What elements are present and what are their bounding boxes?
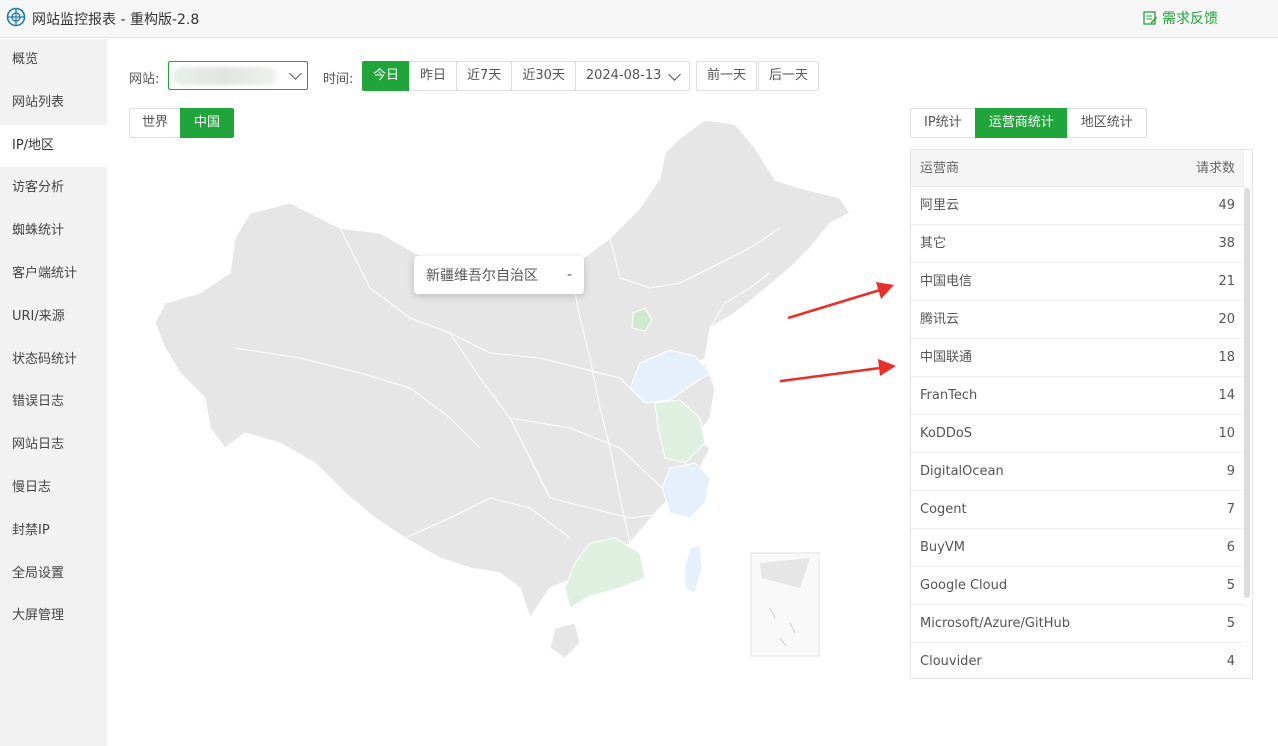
table-row: BuyVM 6 (911, 529, 1244, 567)
table-row: Clouvider 4 (911, 643, 1244, 678)
row-count: 7 (1226, 502, 1235, 517)
day-nav-group-next: 后一天 (758, 61, 820, 91)
row-isp: Microsoft/Azure/GitHub (920, 616, 1070, 631)
row-count: 4 (1226, 654, 1235, 669)
sidebar-item-uri-source[interactable]: URI/来源 (0, 296, 107, 339)
tab-region-stats[interactable]: 地区统计 (1066, 108, 1147, 138)
site-select[interactable] (168, 61, 308, 90)
tab-isp-stats[interactable]: 运营商统计 (974, 108, 1068, 138)
table-row: 其它 38 (911, 225, 1244, 263)
table-row: 阿里云 49 (911, 187, 1244, 225)
annotation-arrows (780, 282, 896, 383)
table-row: 中国电信 21 (911, 263, 1244, 301)
table-header: 运营商 请求数 (911, 150, 1244, 187)
row-isp: Cogent (920, 502, 967, 517)
row-isp: FranTech (920, 388, 978, 403)
table-row: DigitalOcean 9 (911, 453, 1244, 491)
sidebar-item-client-stats[interactable]: 客户端统计 (0, 253, 107, 296)
sidebar-item-visitor-analysis[interactable]: 访客分析 (0, 167, 107, 210)
sidebar-item-site-log[interactable]: 网站日志 (0, 424, 107, 467)
table-scrollbar[interactable] (1244, 188, 1250, 598)
map-region-taiwan[interactable] (684, 545, 703, 594)
row-isp: 中国电信 (920, 274, 973, 289)
row-isp: Clouvider (920, 654, 982, 669)
header-isp: 运营商 (920, 161, 960, 176)
time-yesterday-button[interactable]: 昨日 (409, 61, 458, 91)
prev-day-button[interactable]: 前一天 (696, 61, 758, 91)
day-nav-group: 前一天 (696, 61, 758, 91)
arrow-to-unicom-icon (780, 359, 896, 383)
row-isp: 腾讯云 (920, 312, 960, 327)
row-count: 5 (1226, 616, 1235, 631)
map-region-mainland[interactable] (154, 119, 851, 620)
chevron-down-icon (289, 67, 302, 80)
stats-tabs: IP统计 运营商统计 地区统计 (910, 108, 1147, 138)
row-isp: KoDDoS (920, 426, 973, 441)
edit-icon (1143, 11, 1158, 25)
site-value-redacted (173, 67, 277, 85)
row-count: 5 (1226, 578, 1235, 593)
row-count: 49 (1218, 198, 1235, 213)
table-row: 中国联通 18 (911, 339, 1244, 377)
map-tooltip: 新疆维吾尔自治区 - (414, 256, 584, 294)
row-count: 21 (1218, 274, 1235, 289)
time-7days-button[interactable]: 近7天 (456, 61, 513, 91)
row-count: 14 (1218, 388, 1235, 403)
tooltip-value: - (566, 267, 572, 283)
sidebar-item-overview[interactable]: 概览 (0, 39, 107, 82)
sidebar-item-error-log[interactable]: 错误日志 (0, 381, 107, 424)
table-row: Microsoft/Azure/GitHub 5 (911, 605, 1244, 643)
time-today-button[interactable]: 今日 (362, 61, 411, 91)
table-row: Cogent 7 (911, 491, 1244, 529)
header-requests: 请求数 (1195, 161, 1235, 176)
time-label: 时间: (323, 72, 354, 87)
map-region-hainan[interactable] (549, 622, 581, 659)
sidebar-item-slow-log[interactable]: 慢日志 (0, 467, 107, 510)
arrow-to-telecom-icon (787, 282, 894, 320)
sidebar-item-site-list[interactable]: 网站列表 (0, 82, 107, 125)
next-day-button[interactable]: 后一天 (758, 61, 820, 91)
table-row: 腾讯云 20 (911, 301, 1244, 339)
feedback-label: 需求反馈 (1162, 11, 1218, 27)
date-value: 2024-08-13 (585, 68, 662, 83)
chevron-down-icon (668, 68, 682, 81)
tab-ip-stats[interactable]: IP统计 (910, 108, 976, 138)
feedback-button[interactable]: 需求反馈 (1142, 8, 1218, 28)
row-isp: 其它 (920, 236, 947, 251)
row-isp: 中国联通 (920, 350, 973, 365)
row-isp: DigitalOcean (920, 464, 1004, 479)
row-isp: Google Cloud (920, 578, 1008, 593)
table-row: KoDDoS 10 (911, 415, 1244, 453)
site-label: 网站: (129, 72, 160, 87)
sidebar-item-ip-region[interactable]: IP/地区 (0, 124, 107, 168)
sidebar-item-global-settings[interactable]: 全局设置 (0, 553, 107, 596)
app-logo-icon (6, 7, 26, 27)
row-isp: 阿里云 (920, 198, 960, 213)
south-china-sea-inset (750, 552, 820, 657)
sidebar-item-big-screen[interactable]: 大屏管理 (0, 595, 107, 638)
time-30days-button[interactable]: 近30天 (511, 61, 576, 91)
row-count: 9 (1226, 464, 1235, 479)
sidebar: 概览 网站列表 IP/地区 访客分析 蜘蛛统计 客户端统计 URI/来源 状态码… (0, 39, 107, 746)
window-title: 网站监控报表 - 重构版-2.8 (32, 12, 200, 28)
table-row: FranTech 14 (911, 377, 1244, 415)
date-picker[interactable]: 2024-08-13 (574, 61, 691, 91)
sidebar-item-banned-ip[interactable]: 封禁IP (0, 510, 107, 553)
row-count: 10 (1218, 426, 1235, 441)
map-region-zhejiang[interactable] (661, 462, 711, 519)
row-isp: BuyVM (920, 540, 965, 555)
isp-table: 运营商 请求数 阿里云 49 其它 38 中国电信 21 腾讯云 20 中国联通 18 F… (910, 149, 1253, 679)
sidebar-item-spider-stats[interactable]: 蜘蛛统计 (0, 210, 107, 253)
title-bar: 网站监控报表 - 重构版-2.8 需求反馈 (0, 0, 1278, 38)
tooltip-region-name: 新疆维吾尔自治区 (426, 268, 538, 284)
row-count: 38 (1218, 236, 1235, 251)
table-row: Google Cloud 5 (911, 567, 1244, 605)
sidebar-item-status-code[interactable]: 状态码统计 (0, 339, 107, 382)
row-count: 20 (1218, 312, 1235, 327)
row-count: 6 (1226, 540, 1235, 555)
time-range-group: 今日 昨日 近7天 近30天 2024-08-13 (362, 61, 691, 91)
china-map[interactable] (150, 118, 870, 663)
row-count: 18 (1218, 350, 1235, 365)
